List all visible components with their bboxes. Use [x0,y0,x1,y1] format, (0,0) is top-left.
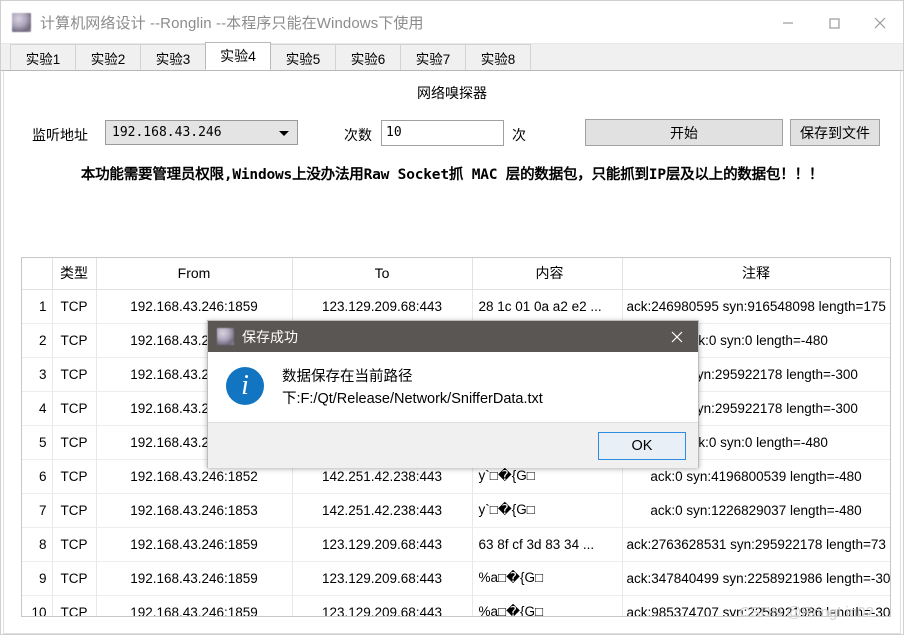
row-to: 142.251.42.238:443 [292,493,473,528]
row-content: 28 1c 01 0a a2 e2 ... [472,289,623,324]
permission-warning-text: 本功能需要管理员权限,Windows上没办法用Raw Socket抓 MAC 层… [80,167,824,183]
row-index: 5 [22,425,53,460]
row-content: 63 8f cf 3d 83 34 ... [472,527,623,562]
row-index: 9 [22,561,53,596]
header-to[interactable]: To [292,258,473,290]
listen-address-combobox[interactable]: 192.168.43.246 [105,120,298,145]
tab-experiment-6[interactable]: 实验6 [335,44,401,70]
tab-experiment-7[interactable]: 实验7 [400,44,466,70]
listen-address-value: 192.168.43.246 [112,125,222,140]
row-index: 1 [22,289,53,324]
row-type: TCP [52,459,97,494]
watermark-text: CSDN @RongLin02 [739,604,874,621]
close-button[interactable] [857,1,903,44]
row-from: 192.168.43.246:1859 [96,527,293,562]
row-content: %a□�{G□ [472,561,623,596]
count-unit-label: 次 [512,127,526,143]
tab-experiment-1[interactable]: 实验1 [10,44,76,70]
header-content[interactable]: 内容 [472,258,623,290]
row-from: 192.168.43.246:1859 [96,289,293,324]
row-from: 192.168.43.246:1859 [96,561,293,596]
dialog-message: 数据保存在当前路径下:F:/Qt/Release/Network/Sniffer… [282,369,543,408]
row-type: TCP [52,425,97,460]
row-type: TCP [52,527,97,562]
listen-address-label: 监听地址 [32,127,88,143]
header-from[interactable]: From [96,258,293,290]
row-type: TCP [52,561,97,596]
dialog-body: i 数据保存在当前路径下:F:/Qt/Release/Network/Sniff… [208,352,698,422]
table-row[interactable]: 7 TCP 192.168.43.246:1853 142.251.42.238… [22,493,890,528]
row-index: 6 [22,459,53,494]
row-content: %a□�{G□ [472,595,623,616]
row-type: TCP [52,357,97,392]
table-row[interactable]: 1 TCP 192.168.43.246:1859 123.129.209.68… [22,289,890,324]
row-to: 123.129.209.68:443 [292,527,473,562]
row-type: TCP [52,391,97,426]
tab-experiment-2[interactable]: 实验2 [75,44,141,70]
window-title: 计算机网络设计 --Ronglin --本程序只能在Windows下使用 [40,14,424,32]
row-note: ack:2763628531 syn:295922178 length=73 [622,527,890,562]
dialog-footer: OK [208,422,698,468]
row-index: 2 [22,323,53,358]
controls-row: 监听地址 192.168.43.246 次数 10 次 开始 保存到文件 [4,115,900,153]
app-icon [12,12,31,32]
row-index: 3 [22,357,53,392]
table-row[interactable]: 9 TCP 192.168.43.246:1859 123.129.209.68… [22,561,890,596]
row-note: ack:0 syn:1226829037 length=-480 [622,493,890,528]
header-note[interactable]: 注释 [622,258,890,290]
row-to: 123.129.209.68:443 [292,561,473,596]
row-to: 123.129.209.68:443 [292,289,473,324]
dialog-close-button[interactable] [656,321,698,352]
count-label: 次数 [344,127,372,143]
minimize-button[interactable] [765,1,811,44]
chevron-down-icon [279,130,289,136]
dialog-app-icon [217,328,234,345]
row-index: 7 [22,493,53,528]
save-to-file-button[interactable]: 保存到文件 [790,119,880,146]
start-button[interactable]: 开始 [585,119,783,146]
tab-panel-experiment-4: 网络嗅探器 监听地址 192.168.43.246 次数 10 次 开始 保存到… [3,71,901,634]
save-success-dialog: 保存成功 i 数据保存在当前路径下:F:/Qt/Release/Network/… [207,320,699,468]
ok-button[interactable]: OK [598,431,686,460]
row-index: 8 [22,527,53,562]
panel-title: 网络嗅探器 [417,85,487,101]
row-to: 123.129.209.68:443 [292,595,473,616]
table-header-row: 类型 From To 内容 注释 [22,258,890,290]
tab-experiment-8[interactable]: 实验8 [465,44,531,70]
tab-experiment-5[interactable]: 实验5 [270,44,336,70]
row-index: 10 [22,595,53,616]
tab-bar: 实验1 实验2 实验3 实验4 实验5 实验6 实验7 实验8 [1,42,903,71]
row-type: TCP [52,493,97,528]
table-row[interactable]: 8 TCP 192.168.43.246:1859 123.129.209.68… [22,527,890,562]
dialog-title: 保存成功 [242,328,298,345]
header-index[interactable] [22,258,53,290]
maximize-button[interactable] [811,1,857,44]
row-note: ack:347840499 syn:2258921986 length=-300 [622,561,890,596]
dialog-titlebar: 保存成功 [208,321,698,352]
row-content: y`□�{G□ [472,493,623,528]
application-window: 计算机网络设计 --Ronglin --本程序只能在Windows下使用 实验1… [0,0,904,635]
count-input[interactable]: 10 [381,120,504,146]
tab-experiment-4[interactable]: 实验4 [205,42,271,70]
row-type: TCP [52,323,97,358]
row-note: ack:246980595 syn:916548098 length=175 [622,289,890,324]
header-type[interactable]: 类型 [52,258,97,290]
row-from: 192.168.43.246:1859 [96,595,293,616]
window-controls [765,1,903,44]
row-type: TCP [52,595,97,616]
row-type: TCP [52,289,97,324]
row-index: 4 [22,391,53,426]
info-icon: i [226,367,264,405]
row-from: 192.168.43.246:1853 [96,493,293,528]
window-titlebar: 计算机网络设计 --Ronglin --本程序只能在Windows下使用 [1,1,903,44]
tab-experiment-3[interactable]: 实验3 [140,44,206,70]
